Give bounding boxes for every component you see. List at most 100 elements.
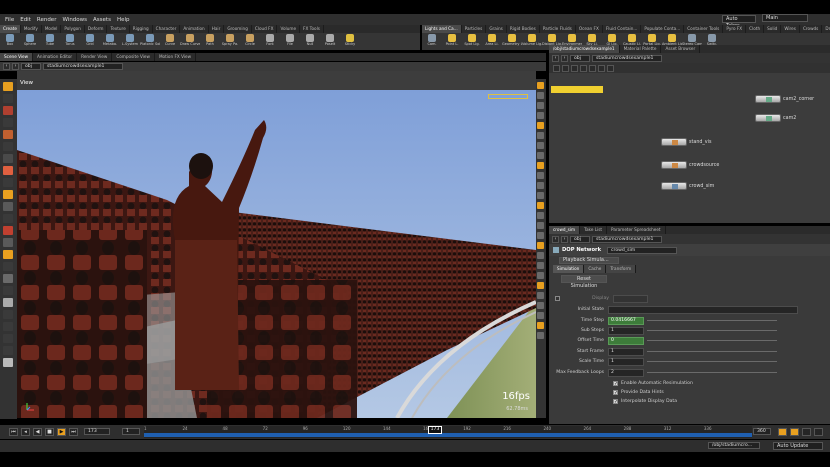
display-option-icon-25[interactable] [537,332,544,339]
shelf-tab-left-1[interactable]: Modify [21,25,42,33]
shelf-tab-right-14[interactable]: Drive Simulat... [822,25,830,33]
viewport-tool-icon-1[interactable] [3,94,13,103]
menu-render[interactable]: Render [37,17,57,23]
shelf-tab-right-1[interactable]: Particles [462,25,487,33]
menu-assets[interactable]: Assets [93,17,111,23]
scale-time-slider[interactable] [647,361,777,362]
node-stand-vis[interactable]: stand_vis [661,138,711,146]
shelf-tab-left-11[interactable]: Cloud FX [252,25,278,33]
tab-motion-fx-view[interactable]: Motion FX View [155,53,197,61]
shelf-tab-right-7[interactable]: Populate Conta... [641,25,685,33]
viewport-tool-icon-7[interactable] [3,166,13,175]
shelf-tab-left-4[interactable]: Deform [85,25,108,33]
display-checkbox[interactable] [555,296,560,301]
viewport-tool-icon-13[interactable] [3,238,13,247]
display-option-icon-9[interactable] [537,172,544,179]
shelf-tool-left-0[interactable]: Box [0,33,20,50]
net-tool-icon-3[interactable] [571,64,578,72]
menu-windows[interactable]: Windows [62,17,87,23]
display-option-icon-12[interactable] [537,202,544,209]
menu-edit[interactable]: Edit [20,17,31,23]
data-hints-checkbox[interactable]: ✓ [613,390,618,396]
timeline-options-icon[interactable] [814,428,823,436]
jump-end-icon[interactable]: ⏭ [69,428,78,436]
net-forward-icon[interactable]: › [561,54,568,62]
shelf-tab-left-3[interactable]: Polygon [61,25,85,33]
shelf-tool-left-5[interactable]: Metaba. [100,33,120,50]
shelf-tab-right-10[interactable]: Cloth [746,25,765,33]
shelf-tool-right-3[interactable]: Area Li. [482,33,502,50]
shelf-tool-left-14[interactable]: File [280,33,300,50]
timeline-track[interactable]: 1 24 48 72 96 120 144 168 192 216 240 264 288 312 336 … [144,426,752,438]
shelf-tab-left-9[interactable]: Hair [209,25,225,33]
shelf-tab-left-6[interactable]: Rigging [130,25,153,33]
shelf-tool-left-12[interactable]: Circle [240,33,260,50]
node-cam2[interactable]: cam2 [755,114,796,122]
net-path-root[interactable]: obj [570,54,590,62]
network-editor[interactable]: ‹ › obj stadiumcrowdsexample1 cam2_corne… [549,53,830,223]
shelf-tool-right-4[interactable]: Geometry L. [502,33,522,50]
viewport-tool-icon-18[interactable] [3,298,13,307]
display-field[interactable] [613,294,648,303]
viewport-tool-icon-3[interactable] [3,118,13,127]
step-back-icon[interactable]: ◂ [21,428,30,436]
offset-time-slider[interactable] [647,340,777,341]
display-option-icon-19[interactable] [537,272,544,279]
end-frame-field[interactable]: 360 [753,428,771,435]
offset-time-field[interactable]: 0 [608,336,644,345]
display-option-icon-6[interactable] [537,142,544,149]
shelf-tab-right-8[interactable]: Container Tools [684,25,724,33]
check-auto-resim[interactable]: ✓ Enable Automatic Resimulation [549,379,830,388]
tab-parameter-spreadsheet[interactable]: Parameter Spreadsheet [607,226,666,234]
current-frame-field[interactable]: 173 [84,428,110,435]
net-back-icon[interactable]: ‹ [552,54,559,62]
parm-path-root[interactable]: obj [570,235,590,243]
viewport-tool-icon-11[interactable] [3,214,13,223]
shelf-tool-right-2[interactable]: Spot Lig. [462,33,482,50]
display-option-icon-24[interactable] [537,322,544,329]
node-cam2-corner[interactable]: cam2_corner [755,95,814,103]
display-option-icon-22[interactable] [537,302,544,309]
parm-back-icon[interactable]: ‹ [552,235,559,243]
key-icon[interactable] [778,428,787,436]
sub-steps-slider[interactable] [647,330,777,331]
play-icon[interactable]: ▶ [57,428,66,436]
display-option-icon-2[interactable] [537,102,544,109]
shelf-tool-left-17[interactable]: Sticky [340,33,360,50]
shelf-tab-right-12[interactable]: Wires [781,25,800,33]
viewport-tool-icon-6[interactable] [3,154,13,163]
shelf-tab-left-13[interactable]: FX Tools [300,25,324,33]
check-interpolate[interactable]: ✓ Interpolate Display Data [549,397,830,406]
auto-update-dropdown[interactable]: Auto Update [773,442,823,450]
shelf-tab-right-2[interactable]: Grains [486,25,507,33]
max-feedback-field[interactable]: 2 [608,368,644,377]
check-data-hints[interactable]: ✓ Provide Data Hints [549,388,830,397]
shelf-tool-left-11[interactable]: Spray Pa. [220,33,240,50]
initial-state-field[interactable] [608,305,798,314]
node-crowd-sim[interactable]: crowd_sim [661,182,714,190]
display-option-icon-18[interactable] [537,262,544,269]
shelf-tab-right-6[interactable]: Fluid Contain... [603,25,642,33]
jump-start-icon[interactable]: ⏮ [9,428,18,436]
net-tool-icon-1[interactable] [553,64,560,72]
shelf-tool-left-9[interactable]: Draw Curve [180,33,200,50]
tab-animation-editor[interactable]: Animation Editor [33,53,78,61]
viewport-tool-icon-4[interactable] [3,130,13,139]
display-option-icon-1[interactable] [537,92,544,99]
path-root[interactable]: obj [21,63,41,70]
back-icon[interactable]: ‹ [3,63,10,70]
shelf-tool-right-0[interactable]: Cam. [422,33,442,50]
tab-scene-view[interactable]: Scene View [0,53,34,61]
viewport-tool-icon-17[interactable] [3,286,13,295]
shelf-tool-left-6[interactable]: L-System [120,33,140,50]
shelf-tool-left-4[interactable]: Grid [80,33,100,50]
viewport-tool-icon-19[interactable] [3,310,13,319]
net-tool-icon-6[interactable] [598,64,605,72]
net-tool-icon-7[interactable] [607,64,614,72]
auto-resim-checkbox[interactable]: ✓ [613,381,618,387]
shelf-tab-right-9[interactable]: Pyro FX [723,25,747,33]
shelf-tool-right-1[interactable]: Point L. [442,33,462,50]
display-option-icon-15[interactable] [537,232,544,239]
shelf-tool-left-3[interactable]: Torus [60,33,80,50]
viewport-tool-icon-8[interactable] [3,178,13,187]
